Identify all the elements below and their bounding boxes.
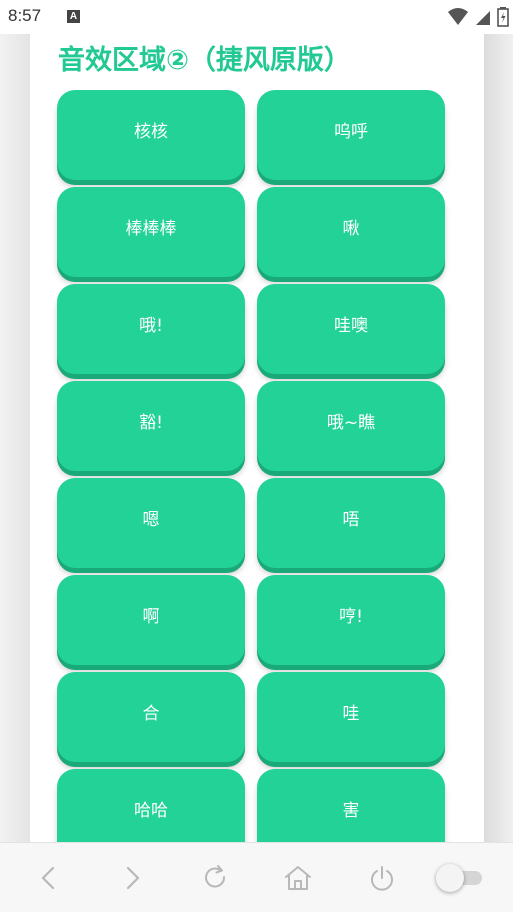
content-card: 音效区域②（捷风原版） 核核 呜呼 棒棒棒啾哦! 哇噢 豁! 哦~瞧嗯唔啊哼! 合哇哈哈害 — [30, 34, 484, 842]
sound-button[interactable]: 啊 — [57, 575, 245, 665]
signal-icon — [475, 11, 490, 25]
sound-button[interactable]: 啾 — [257, 187, 445, 277]
toggle-knob — [436, 864, 464, 892]
sound-button[interactable]: 呜呼 — [257, 90, 445, 180]
sound-button[interactable]: 核核 — [57, 90, 245, 180]
sound-button[interactable]: 唔 — [257, 478, 445, 568]
sound-button[interactable]: 豁! — [57, 381, 245, 471]
power-icon — [371, 866, 393, 891]
status-bar: 8:57 A — [0, 0, 513, 34]
notification-icon: A — [67, 10, 80, 23]
back-button[interactable] — [34, 863, 64, 893]
right-gutter — [484, 34, 513, 842]
sound-button[interactable]: 哼! — [257, 575, 445, 665]
sound-button[interactable]: 哦! — [57, 284, 245, 374]
sound-button[interactable]: 哦~瞧 — [257, 381, 445, 471]
bottom-nav — [0, 842, 513, 912]
battery-icon — [497, 7, 509, 27]
sound-button[interactable]: 嗯 — [57, 478, 245, 568]
sound-button[interactable]: 棒棒棒 — [57, 187, 245, 277]
home-button[interactable] — [283, 863, 313, 893]
toggle-switch[interactable] — [436, 864, 484, 892]
system-icons — [447, 7, 509, 27]
sound-button[interactable]: 哇噢 — [257, 284, 445, 374]
refresh-icon — [205, 865, 226, 888]
section-title: 音效区域②（捷风原版） — [58, 45, 351, 76]
sound-button[interactable]: 合 — [57, 672, 245, 762]
refresh-button[interactable] — [200, 863, 230, 893]
sound-button[interactable]: 害 — [257, 769, 445, 842]
forward-button[interactable] — [117, 863, 147, 893]
status-time: 8:57 — [8, 6, 42, 25]
power-button[interactable] — [367, 863, 397, 893]
home-icon — [285, 866, 311, 890]
sound-button[interactable]: 哈哈 — [57, 769, 245, 842]
forward-icon — [126, 866, 140, 890]
wifi-icon — [447, 8, 468, 25]
back-icon — [41, 866, 55, 890]
sound-button[interactable]: 哇 — [257, 672, 445, 762]
left-gutter — [0, 34, 30, 842]
